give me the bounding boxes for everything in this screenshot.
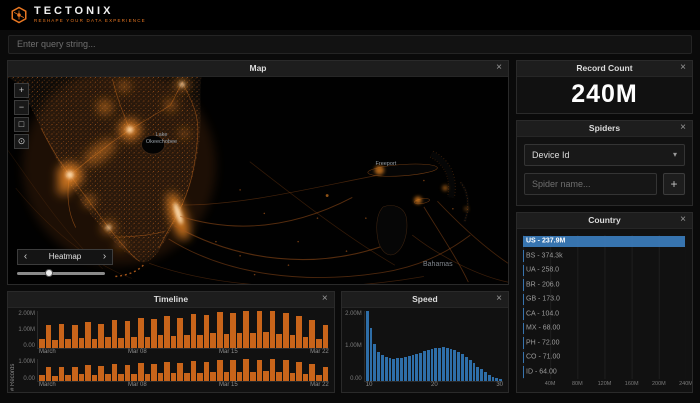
spider-name-input[interactable] xyxy=(524,173,657,195)
map-panel-header: Map × xyxy=(8,61,508,77)
add-spider-icon[interactable]: + xyxy=(663,173,685,195)
logo-name: TECTONIX xyxy=(34,6,146,17)
close-icon[interactable]: × xyxy=(492,61,506,76)
box-select-icon[interactable]: □ xyxy=(14,117,29,132)
speed-bars[interactable] xyxy=(364,311,503,382)
tectonix-logo: TECTONIX RESHAPE YOUR DATA EXPERIENCE xyxy=(10,6,146,24)
close-icon[interactable]: × xyxy=(676,61,690,76)
map-panel: Map × xyxy=(7,60,509,285)
speed-y-axis: 2.00M1.00M0.00 xyxy=(344,311,364,382)
country-row[interactable]: PH - 72.00 xyxy=(523,336,686,350)
speed-chart: 2.00M1.00M0.00 102030 xyxy=(344,311,503,391)
layer-control: ‹ Heatmap › xyxy=(17,249,113,275)
country-row[interactable]: CO - 71.00 xyxy=(523,351,686,365)
device-id-select-value: Device Id xyxy=(532,150,570,160)
chevron-right-icon[interactable]: › xyxy=(97,250,112,264)
timeline-panel-header: Timeline × xyxy=(8,292,334,308)
timeline-main-chart: 2.00M1.00M0.00 MarchMar 08Mar 15Mar 22 xyxy=(17,311,329,358)
close-icon[interactable]: × xyxy=(676,213,690,228)
close-icon[interactable]: × xyxy=(492,292,506,307)
country-x-axis: 40M80M120M160M200M240M xyxy=(523,379,686,390)
spiders-panel: Spiders × Device Id ▾ + xyxy=(516,120,693,206)
query-input[interactable] xyxy=(8,35,692,54)
timeline-overview-bars[interactable] xyxy=(37,359,329,382)
search-icon[interactable]: ⊙ xyxy=(14,134,29,149)
timeline-overview-chart: 1.00M0.00 MarchMar 08Mar 15Mar 22 xyxy=(17,359,329,391)
country-panel: Country × US - 237.9MBS - 374.3kUA - 258… xyxy=(516,212,693,393)
country-row[interactable]: UA - 258.0 xyxy=(523,264,686,278)
hexagon-logo-icon xyxy=(10,6,28,24)
country-header: Country × xyxy=(517,213,692,229)
speed-x-axis: 102030 xyxy=(344,382,503,391)
country-rows: US - 237.9MBS - 374.3kUA - 258.0BR - 206… xyxy=(523,235,686,379)
country-row[interactable]: BS - 374.3k xyxy=(523,249,686,263)
close-icon[interactable]: × xyxy=(318,292,332,307)
country-row[interactable]: CA - 104.0 xyxy=(523,307,686,321)
chevron-left-icon[interactable]: ‹ xyxy=(18,250,33,264)
country-row[interactable]: ID - 64.00 xyxy=(523,365,686,379)
query-bar xyxy=(0,30,700,58)
speed-panel-title: Speed xyxy=(412,294,438,304)
app-header: TECTONIX RESHAPE YOUR DATA EXPERIENCE xyxy=(0,0,700,30)
record-count-header: Record Count × xyxy=(517,61,692,77)
timeline-overview-y-axis: 1.00M0.00 xyxy=(17,359,37,382)
country-row[interactable]: GB - 173.0 xyxy=(523,293,686,307)
heatmap-intensity-slider[interactable] xyxy=(17,272,105,275)
spiders-title: Spiders xyxy=(589,123,620,133)
timeline-main-bars[interactable] xyxy=(37,311,329,349)
timeline-main-y-axis: 2.00M1.00M0.00 xyxy=(17,311,37,349)
timeline-overview-x-axis: MarchMar 08Mar 15Mar 22 xyxy=(17,382,329,391)
logo-tagline: RESHAPE YOUR DATA EXPERIENCE xyxy=(34,19,146,24)
device-id-select[interactable]: Device Id ▾ xyxy=(524,144,685,166)
record-count-panel: Record Count × 240M xyxy=(516,60,693,114)
map-toolbar: + − □ ⊙ xyxy=(14,83,29,149)
layer-label: Heatmap xyxy=(33,252,97,261)
country-row[interactable]: BR - 206.0 xyxy=(523,278,686,292)
country-row[interactable]: US - 237.9M xyxy=(523,235,686,249)
timeline-panel-title: Timeline xyxy=(154,294,188,304)
map-panel-title: Map xyxy=(250,63,267,73)
spiders-header: Spiders × xyxy=(517,121,692,137)
country-title: Country xyxy=(588,215,621,225)
country-row[interactable]: MX - 68.00 xyxy=(523,322,686,336)
speed-panel-header: Speed × xyxy=(342,292,508,308)
zoom-in-icon[interactable]: + xyxy=(14,83,29,98)
record-count-value: 240M xyxy=(571,80,638,109)
zoom-out-icon[interactable]: − xyxy=(14,100,29,115)
close-icon[interactable]: × xyxy=(676,121,690,136)
chevron-down-icon: ▾ xyxy=(673,150,677,159)
timeline-y-label: # Records xyxy=(10,311,16,391)
record-count-title: Record Count xyxy=(576,63,632,73)
country-chart: US - 237.9MBS - 374.3kUA - 258.0BR - 206… xyxy=(517,229,692,392)
timeline-main-x-axis: MarchMar 08Mar 15Mar 22 xyxy=(17,349,329,358)
timeline-panel: Timeline × # Records 2.00M1.00M0.00 xyxy=(7,291,335,393)
speed-panel: Speed × 2.00M1.00M0.00 102030 xyxy=(341,291,509,393)
